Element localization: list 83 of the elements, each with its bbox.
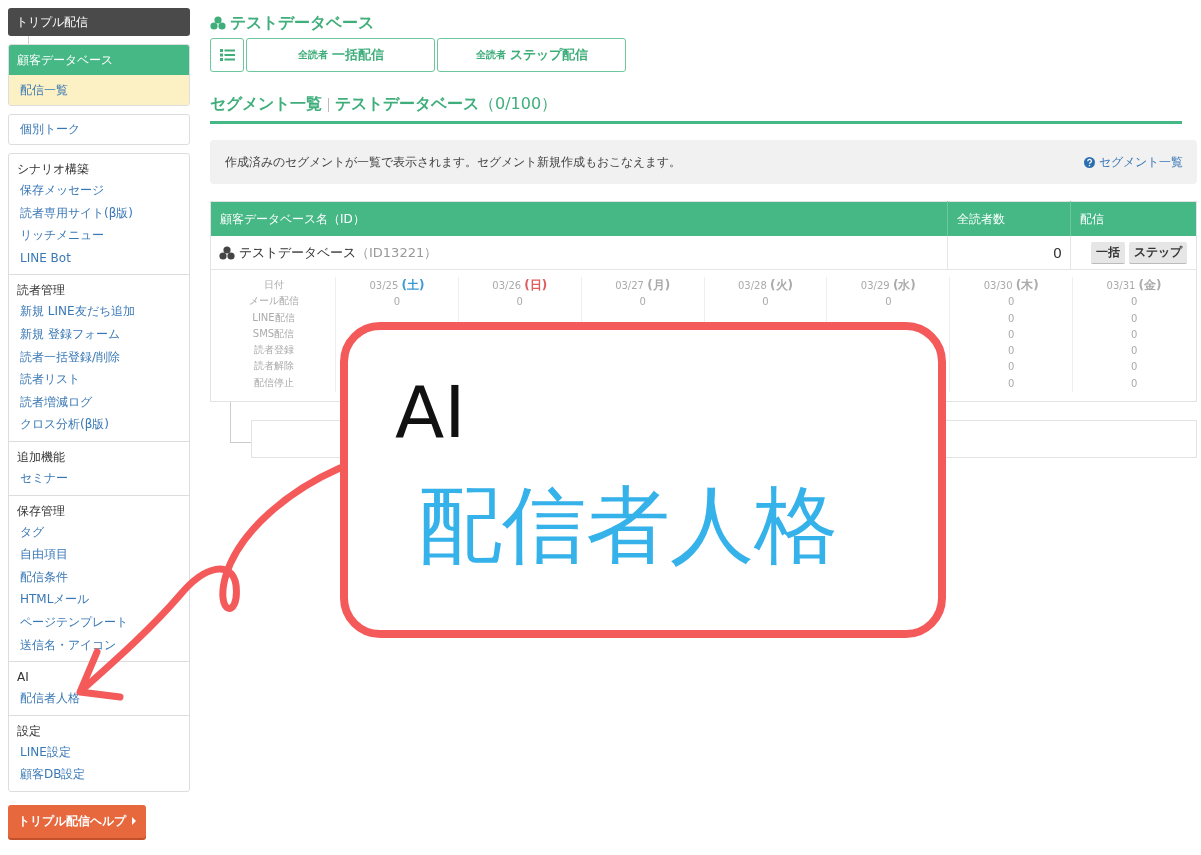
stat-value: 0 <box>639 295 646 310</box>
callout-title: AI <box>395 372 466 452</box>
date-label: 03/27 (月) <box>615 277 671 294</box>
column-header: 顧客データベース名（ID） <box>210 201 948 236</box>
group-heading: 設定 <box>16 722 42 740</box>
sidebar-link[interactable]: LINE Bot <box>9 246 189 270</box>
group-heading: シナリオ構築 <box>16 161 90 178</box>
group-heading: AI <box>16 669 30 687</box>
stat-value: 0 <box>1130 376 1138 391</box>
info-text: 作成済みのセグメントが一覧で表示されます。セグメント新規作成もおこなえます。 <box>225 153 681 171</box>
database-name: テストデータベース（ID13221） <box>239 243 438 262</box>
sidebar-link[interactable]: 配信者人格 <box>9 687 189 710</box>
sidebar-link[interactable]: 送信名・アイコン <box>9 633 189 657</box>
group-heading: 読者管理 <box>16 282 66 300</box>
app-brand[interactable]: トリプル配信 <box>8 8 190 36</box>
sidebar-link[interactable]: 新規 LINE友だち追加 <box>9 300 189 323</box>
stat-value: 0 <box>1130 344 1138 359</box>
stat-value: 0 <box>1008 311 1015 326</box>
sidebar-link[interactable]: 読者リスト <box>9 368 189 391</box>
broadcast-button[interactable]: 全読者 ステップ配信 <box>437 38 626 72</box>
delivery-button[interactable]: ステップ <box>1129 241 1187 264</box>
stat-value: 0 <box>1130 295 1138 310</box>
delivery-button[interactable]: 一括 <box>1091 241 1125 264</box>
stat-value: 0 <box>1130 360 1138 375</box>
sidebar-link[interactable]: タグ <box>9 520 189 544</box>
date-label: 03/30 (木) <box>983 277 1039 294</box>
group-heading: 追加機能 <box>16 448 66 466</box>
callout-subtitle: 配信者人格 <box>418 477 838 573</box>
column-header: 配信 <box>1070 201 1197 236</box>
list-button[interactable] <box>210 38 244 72</box>
column-header: 全読者数 <box>947 201 1071 236</box>
database-title: 顧客データベース <box>9 45 189 75</box>
help-button[interactable]: トリプル配信ヘルプ <box>8 804 146 838</box>
date-label: 03/29 (水) <box>860 277 916 294</box>
sidebar-link[interactable]: 読者専用サイト(β版) <box>9 201 189 225</box>
stat-label: 配信停止 <box>253 375 294 390</box>
stat-value: 0 <box>762 295 769 310</box>
page-title: テストデータベース <box>230 14 374 32</box>
date-label: 03/31 (金) <box>1106 277 1162 294</box>
sidebar-item[interactable]: 配信一覧 <box>9 75 189 105</box>
tree-connector <box>230 402 251 444</box>
stat-label: メール配信 <box>248 294 299 309</box>
stat-label: 読者解除 <box>253 359 294 374</box>
stat-value: 0 <box>1008 344 1015 359</box>
date-label: 03/25 (土) <box>369 277 425 294</box>
stat-label: LINE配信 <box>252 310 295 325</box>
sidebar-link[interactable]: クロス分析(β版) <box>9 413 189 436</box>
date-label: 03/28 (火) <box>738 277 793 294</box>
stat-value: 0 <box>1130 327 1138 342</box>
sidebar-link[interactable]: セミナー <box>9 466 189 490</box>
sidebar-link[interactable]: リッチメニュー <box>9 224 189 247</box>
stat-value: 0 <box>516 295 523 310</box>
stat-value: 0 <box>1008 327 1015 342</box>
stat-label: SMS配信 <box>252 326 295 341</box>
stat-value: 0 <box>1130 311 1138 326</box>
list-icon <box>219 49 235 61</box>
help-icon <box>1084 156 1095 168</box>
section-title: セグメント一覧 <box>210 94 322 115</box>
stat-label: 日付 <box>263 278 284 292</box>
sidebar-link[interactable]: LINE設定 <box>9 740 189 764</box>
reader-count: 0 <box>947 236 1071 270</box>
sidebar-link[interactable]: ページテンプレート <box>9 610 189 634</box>
help-link[interactable]: セグメント一覧 <box>1084 153 1183 171</box>
group-heading: 保存管理 <box>16 502 66 520</box>
sidebar-item[interactable]: 個別トーク <box>8 114 190 145</box>
sidebar-link[interactable]: 保存メッセージ <box>9 179 189 202</box>
sidebar-link[interactable]: 配信条件 <box>9 565 189 589</box>
stat-value: 0 <box>885 295 892 310</box>
sidebar-link[interactable]: 読者一括登録/削除 <box>9 345 189 369</box>
section-subtitle: テストデータベース（0/100） <box>335 94 558 115</box>
stat-value: 0 <box>1008 360 1015 375</box>
sidebar-link[interactable]: 自由項目 <box>9 543 189 566</box>
stat-value: 0 <box>1008 295 1015 310</box>
sidebar-link[interactable]: 読者増減ログ <box>9 390 189 414</box>
sidebar-link[interactable]: HTMLメール <box>9 588 189 611</box>
date-label: 03/26 (日) <box>492 277 548 294</box>
stat-value: 0 <box>393 295 401 310</box>
broadcast-button[interactable]: 全読者 一括配信 <box>246 38 435 72</box>
caret-icon <box>132 817 136 826</box>
stat-value: 0 <box>1008 376 1015 391</box>
stat-label: 読者登録 <box>253 343 294 358</box>
sidebar-link[interactable]: 顧客DB設定 <box>9 763 189 786</box>
sidebar-link[interactable]: 新規 登録フォーム <box>9 322 189 346</box>
